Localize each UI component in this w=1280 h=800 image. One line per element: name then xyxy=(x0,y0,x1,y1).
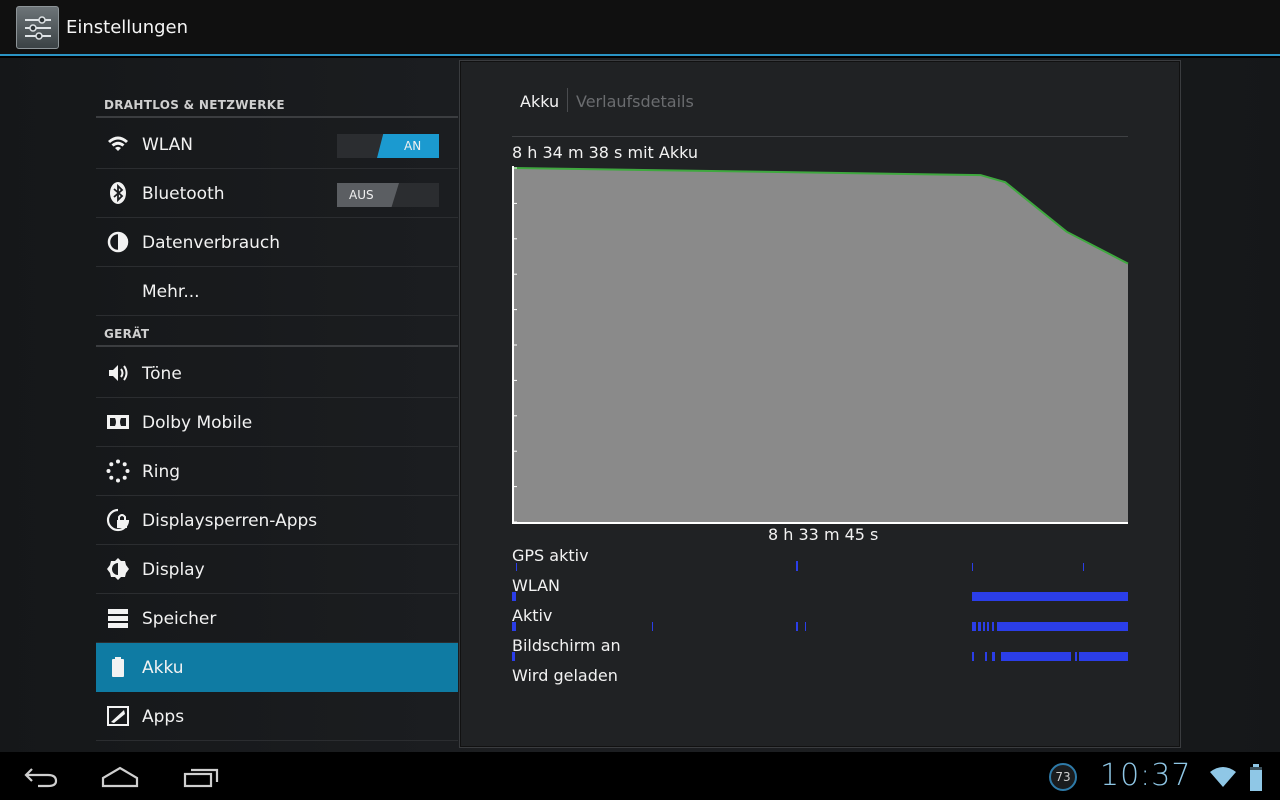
section-header-wireless: DRAHTLOS & NETZWERKE xyxy=(96,88,458,118)
sidebar-item-display[interactable]: Display xyxy=(96,545,458,594)
sidebar-item-label: Speicher xyxy=(142,609,217,629)
sidebar-item-label: Apps xyxy=(142,707,185,727)
sidebar-item-data-usage[interactable]: Datenverbrauch xyxy=(96,218,458,267)
battery-status-icon xyxy=(1250,764,1262,791)
sidebar-item-sounds[interactable]: Töne xyxy=(96,349,458,398)
wifi-signal-icon xyxy=(1210,767,1236,787)
lane-gps-marks xyxy=(516,561,1084,571)
section-header-device: GERÄT xyxy=(96,317,458,347)
sidebar-item-label: Datenverbrauch xyxy=(142,233,281,253)
sidebar-item-label: Bluetooth xyxy=(142,184,225,204)
sidebar-item-more[interactable]: Mehr... xyxy=(96,267,458,316)
sidebar-item-ring[interactable]: Ring xyxy=(96,447,458,496)
lock-icon xyxy=(106,508,130,532)
sidebar-item-label: WLAN xyxy=(142,135,194,155)
tab-separator xyxy=(567,88,568,112)
bluetooth-toggle[interactable]: AUS xyxy=(337,183,439,207)
sidebar-item-bluetooth[interactable]: Bluetooth AUS xyxy=(96,169,458,218)
sidebar-item-label: Töne xyxy=(142,364,182,384)
notification-badge[interactable]: 73 xyxy=(1049,763,1077,791)
wifi-icon xyxy=(108,136,128,151)
brightness-icon xyxy=(107,558,129,580)
sidebar-item-label: Akku xyxy=(142,658,184,678)
tab-battery[interactable]: Akku xyxy=(520,92,559,111)
lane-screen-marks xyxy=(512,652,1128,661)
speaker-icon xyxy=(109,365,128,381)
bluetooth-icon xyxy=(110,182,126,204)
tab-divider xyxy=(512,136,1128,137)
wlan-toggle[interactable]: AN xyxy=(337,134,439,158)
settings-list: DRAHTLOS & NETZWERKE WLAN AN Bluetooth A… xyxy=(96,58,458,752)
lane-wlan-marks xyxy=(512,592,1128,601)
activity-lanes xyxy=(512,561,1128,661)
graph-x-label: 8 h 33 m 45 s xyxy=(768,525,879,544)
sidebar-item-label: Mehr... xyxy=(142,282,200,302)
apps-icon xyxy=(107,706,129,726)
sidebar-item-label: Display xyxy=(142,560,205,580)
tab-history-details[interactable]: Verlaufsdetails xyxy=(576,92,694,111)
sidebar-item-label: Ring xyxy=(142,462,181,482)
battery-graph xyxy=(512,166,1129,524)
sidebar-item-wlan[interactable]: WLAN AN xyxy=(96,120,458,169)
sidebar-item-label: Displaysperren-Apps xyxy=(142,511,318,531)
sidebar-item-battery[interactable]: Akku xyxy=(96,643,458,692)
sidebar-item-lockscreen-apps[interactable]: Displaysperren-Apps xyxy=(96,496,458,545)
home-icon[interactable] xyxy=(101,766,139,788)
status-clock[interactable]: 10:37 xyxy=(1100,758,1191,793)
dolby-icon xyxy=(107,415,129,429)
navigation-bar: 73 10:37 xyxy=(0,752,1280,800)
battery-icon xyxy=(112,657,124,677)
action-bar: Einstellungen xyxy=(0,0,1280,56)
ring-icon xyxy=(106,459,130,483)
storage-icon xyxy=(108,609,128,628)
back-icon[interactable] xyxy=(24,766,58,788)
sidebar-item-apps[interactable]: Apps xyxy=(96,692,458,741)
battery-level-area xyxy=(514,168,1128,522)
battery-time-label: 8 h 34 m 38 s mit Akku xyxy=(512,143,698,162)
battery-detail-panel: Akku Verlaufsdetails 8 h 34 m 38 s mit A… xyxy=(459,60,1181,748)
sidebar-item-label: Dolby Mobile xyxy=(142,413,253,433)
sidebar-item-dolby[interactable]: Dolby Mobile xyxy=(96,398,458,447)
lane-active-marks xyxy=(512,622,1128,631)
recent-apps-icon[interactable] xyxy=(183,766,219,788)
sidebar-item-storage[interactable]: Speicher xyxy=(96,594,458,643)
settings-app-icon[interactable] xyxy=(16,6,59,49)
app-title: Einstellungen xyxy=(66,17,189,38)
data-usage-icon xyxy=(107,231,129,253)
